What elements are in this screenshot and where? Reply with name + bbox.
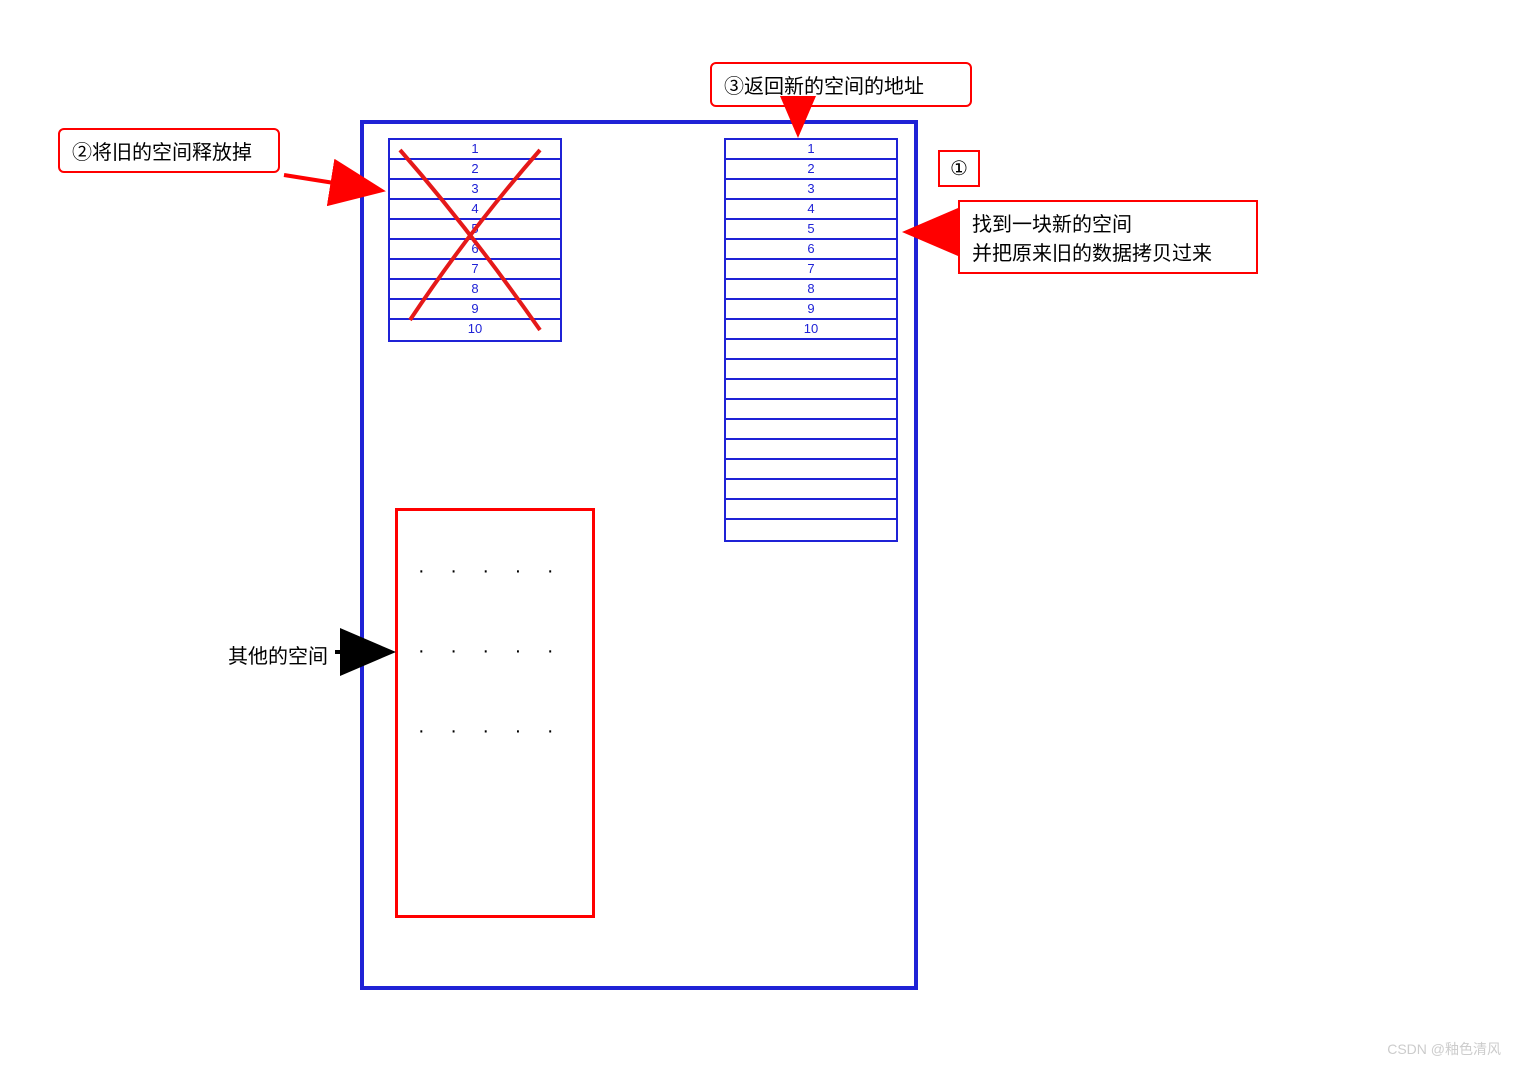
step1-number: ① bbox=[950, 158, 968, 180]
new-memory-cell bbox=[726, 500, 896, 520]
step1-description-box: 找到一块新的空间 并把原来旧的数据拷贝过来 bbox=[958, 200, 1258, 274]
old-memory-cell: 8 bbox=[390, 280, 560, 300]
dots-row: · · · · · bbox=[418, 640, 564, 663]
new-memory-cell bbox=[726, 480, 896, 500]
new-memory-cell: 6 bbox=[726, 240, 896, 260]
new-memory-block: 12345678910 bbox=[724, 138, 898, 542]
new-memory-cell: 3 bbox=[726, 180, 896, 200]
new-memory-cell: 5 bbox=[726, 220, 896, 240]
old-memory-cell: 5 bbox=[390, 220, 560, 240]
new-memory-cell: 7 bbox=[726, 260, 896, 280]
new-memory-cell: 9 bbox=[726, 300, 896, 320]
step3-label-box: ③返回新的空间的地址 bbox=[710, 62, 972, 107]
step2-label: ②将旧的空间释放掉 bbox=[72, 142, 252, 164]
step1-text-line2: 并把原来旧的数据拷贝过来 bbox=[972, 237, 1244, 266]
watermark: CSDN @釉色清风 bbox=[1387, 1039, 1501, 1059]
new-memory-cell bbox=[726, 380, 896, 400]
old-memory-cell: 6 bbox=[390, 240, 560, 260]
new-memory-cell bbox=[726, 460, 896, 480]
new-memory-cell: 4 bbox=[726, 200, 896, 220]
new-memory-cell: 2 bbox=[726, 160, 896, 180]
step1-text-line1: 找到一块新的空间 bbox=[972, 208, 1244, 237]
old-memory-cell: 7 bbox=[390, 260, 560, 280]
new-memory-cell bbox=[726, 520, 896, 540]
old-memory-block: 12345678910 bbox=[388, 138, 562, 342]
new-memory-cell bbox=[726, 400, 896, 420]
old-memory-cell: 4 bbox=[390, 200, 560, 220]
dots-row: · · · · · bbox=[418, 720, 564, 743]
new-memory-cell bbox=[726, 440, 896, 460]
old-memory-cell: 3 bbox=[390, 180, 560, 200]
old-memory-cell: 2 bbox=[390, 160, 560, 180]
step3-label: ③返回新的空间的地址 bbox=[724, 76, 924, 98]
old-memory-cell: 10 bbox=[390, 320, 560, 340]
new-memory-cell: 10 bbox=[726, 320, 896, 340]
new-memory-cell: 1 bbox=[726, 140, 896, 160]
step1-number-box: ① bbox=[938, 150, 980, 187]
step2-label-box: ②将旧的空间释放掉 bbox=[58, 128, 280, 173]
new-memory-cell: 8 bbox=[726, 280, 896, 300]
other-space-label: 其他的空间 bbox=[228, 640, 328, 669]
dots-row: · · · · · bbox=[418, 560, 564, 583]
old-memory-cell: 9 bbox=[390, 300, 560, 320]
old-memory-cell: 1 bbox=[390, 140, 560, 160]
new-memory-cell bbox=[726, 360, 896, 380]
new-memory-cell bbox=[726, 340, 896, 360]
new-memory-cell bbox=[726, 420, 896, 440]
